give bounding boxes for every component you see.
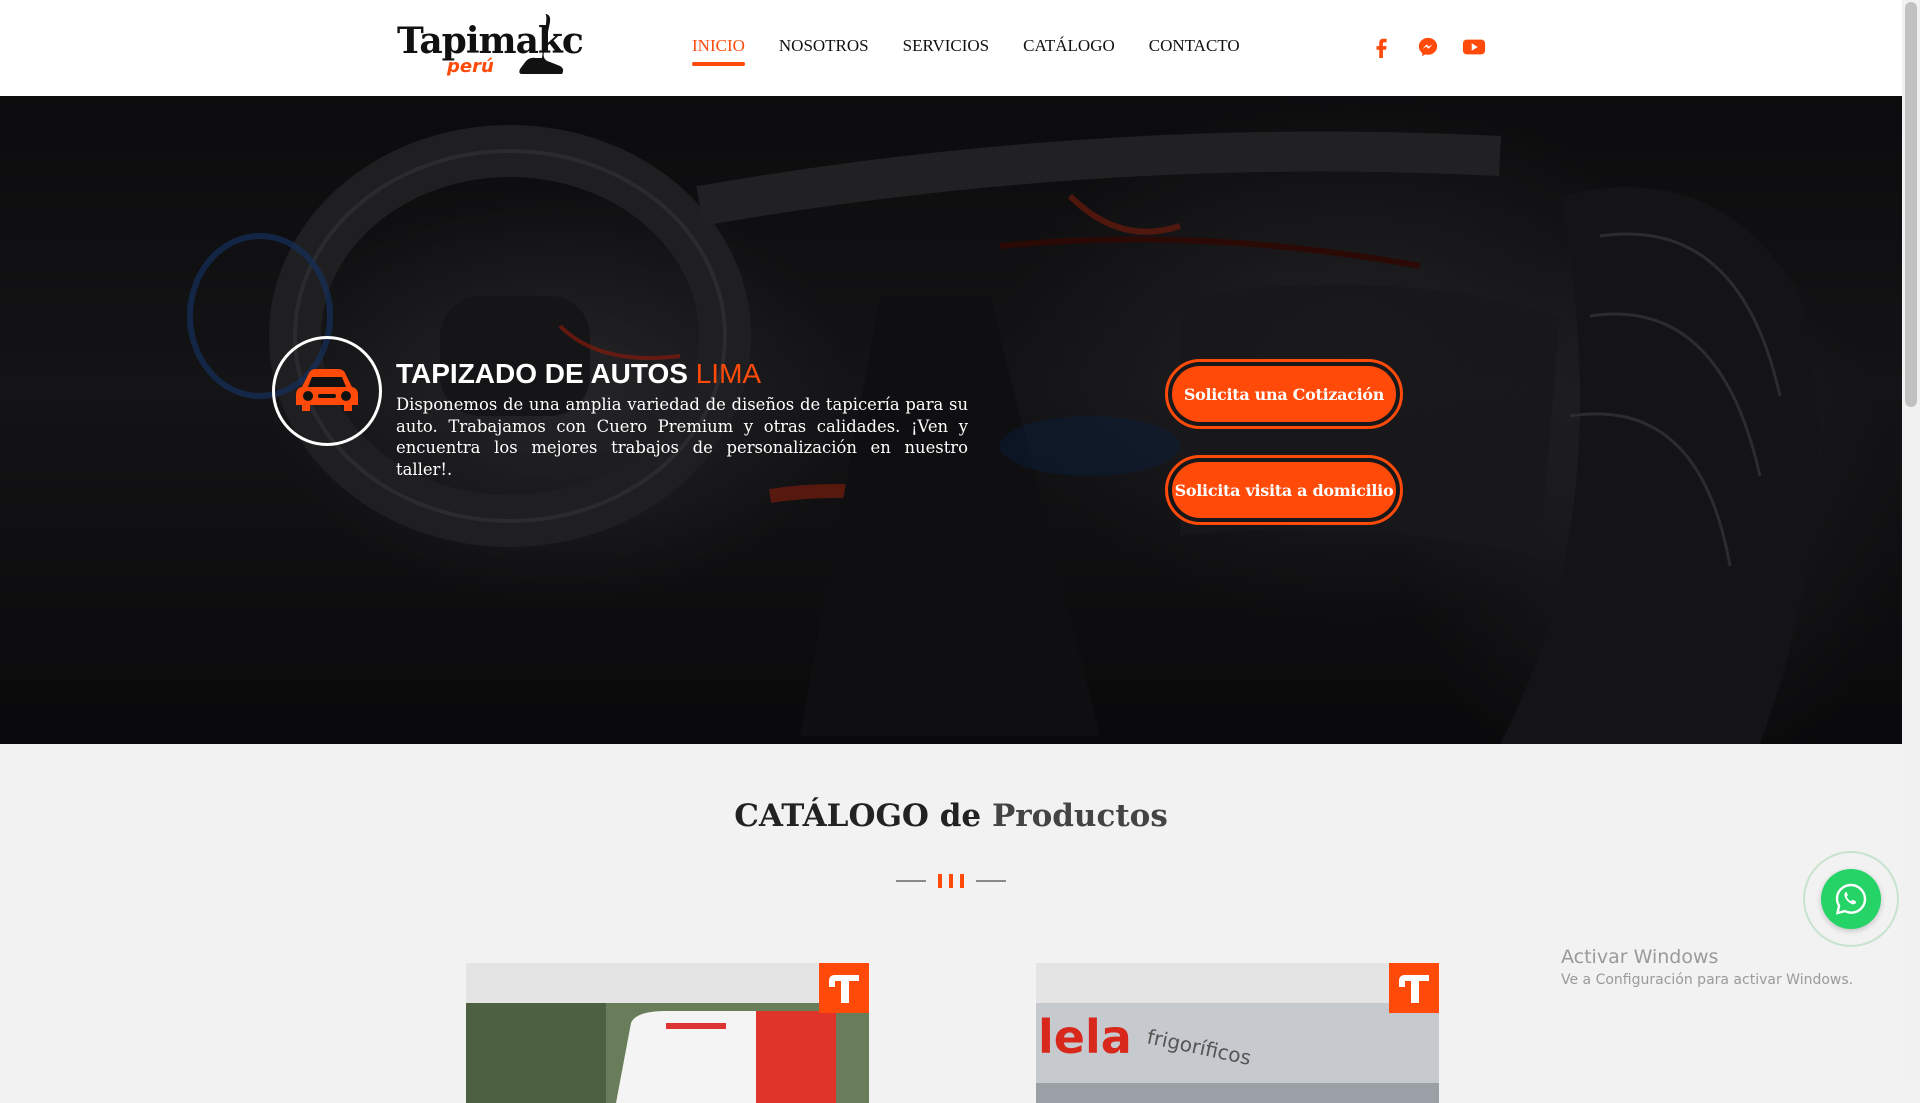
svg-text:lela: lela bbox=[1038, 1010, 1132, 1064]
brand-badge bbox=[819, 963, 869, 1013]
whatsapp-button[interactable] bbox=[1821, 869, 1881, 929]
hero-title-accent: LIMA bbox=[695, 358, 762, 389]
nav-item-inicio[interactable]: INICIO bbox=[692, 36, 745, 66]
hero-banner: TAPIZADO DE AUTOS LIMA Disponemos de una… bbox=[0, 96, 1902, 744]
section-divider bbox=[896, 874, 1006, 888]
hero-title-main: TAPIZADO DE AUTOS bbox=[396, 358, 688, 389]
brand-t-icon bbox=[829, 975, 859, 1003]
nav-item-servicios[interactable]: SERVICIOS bbox=[903, 36, 990, 66]
request-quote-button[interactable]: Solicita una Cotización bbox=[1165, 359, 1403, 429]
catalog-heading: CATÁLOGO de Productos bbox=[0, 798, 1902, 834]
request-home-visit-label: Solicita visita a domicilio bbox=[1172, 462, 1396, 518]
social-links bbox=[1370, 36, 1486, 58]
catalog-card[interactable]: lela frigoríficos bbox=[1036, 963, 1439, 1103]
hero-icon-circle bbox=[272, 336, 382, 446]
product-image-truck bbox=[466, 1003, 869, 1103]
hero-title: TAPIZADO DE AUTOS LIMA bbox=[396, 358, 761, 390]
page-scrollbar[interactable] bbox=[1902, 0, 1920, 1080]
logo-subtext: perú bbox=[447, 56, 494, 77]
youtube-icon[interactable] bbox=[1462, 36, 1486, 58]
request-home-visit-button[interactable]: Solicita visita a domicilio bbox=[1165, 455, 1403, 525]
catalog-heading-first: CATÁLOGO de bbox=[734, 798, 982, 834]
windows-activation-title: Activar Windows bbox=[1561, 946, 1719, 968]
site-logo[interactable]: Tapimakc perú bbox=[395, 12, 584, 84]
hero-description: Disponemos de una amplia variedad de dis… bbox=[396, 395, 968, 479]
whatsapp-icon bbox=[1835, 883, 1867, 915]
facebook-icon[interactable] bbox=[1370, 36, 1394, 58]
brand-t-icon bbox=[1399, 975, 1429, 1003]
seat-icon bbox=[519, 14, 564, 74]
main-nav: INICIO NOSOTROS SERVICIOS CATÁLOGO CONTA… bbox=[692, 36, 1274, 66]
request-quote-label: Solicita una Cotización bbox=[1172, 366, 1396, 422]
scrollbar-thumb[interactable] bbox=[1905, 2, 1917, 407]
site-header: Tapimakc perú INICIO NOSOTROS SERVICIOS … bbox=[0, 0, 1902, 96]
nav-item-catalogo[interactable]: CATÁLOGO bbox=[1023, 36, 1115, 66]
whatsapp-float bbox=[1803, 851, 1899, 947]
nav-item-nosotros[interactable]: NOSOTROS bbox=[779, 36, 869, 66]
catalog-heading-second: Productos bbox=[991, 798, 1168, 834]
car-icon bbox=[296, 369, 358, 411]
catalog-card[interactable] bbox=[466, 963, 869, 1103]
nav-item-contacto[interactable]: CONTACTO bbox=[1149, 36, 1240, 66]
product-image-warehouse: lela frigoríficos bbox=[1036, 1003, 1439, 1103]
windows-activation-subtitle: Ve a Configuración para activar Windows. bbox=[1561, 972, 1854, 988]
messenger-icon[interactable] bbox=[1416, 36, 1440, 58]
brand-badge bbox=[1389, 963, 1439, 1013]
